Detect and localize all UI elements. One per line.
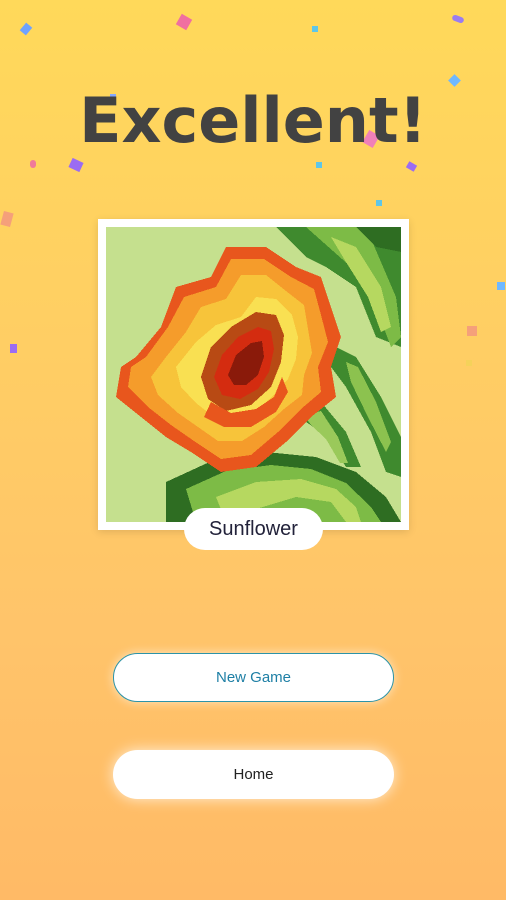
new-game-button[interactable]: New Game xyxy=(113,653,394,702)
artwork-preview xyxy=(98,219,409,530)
home-button[interactable]: Home xyxy=(113,750,394,799)
sunflower-pixel-art-icon xyxy=(106,227,401,522)
completion-title: Excellent! xyxy=(79,84,427,157)
artwork-name-label: Sunflower xyxy=(184,508,323,550)
